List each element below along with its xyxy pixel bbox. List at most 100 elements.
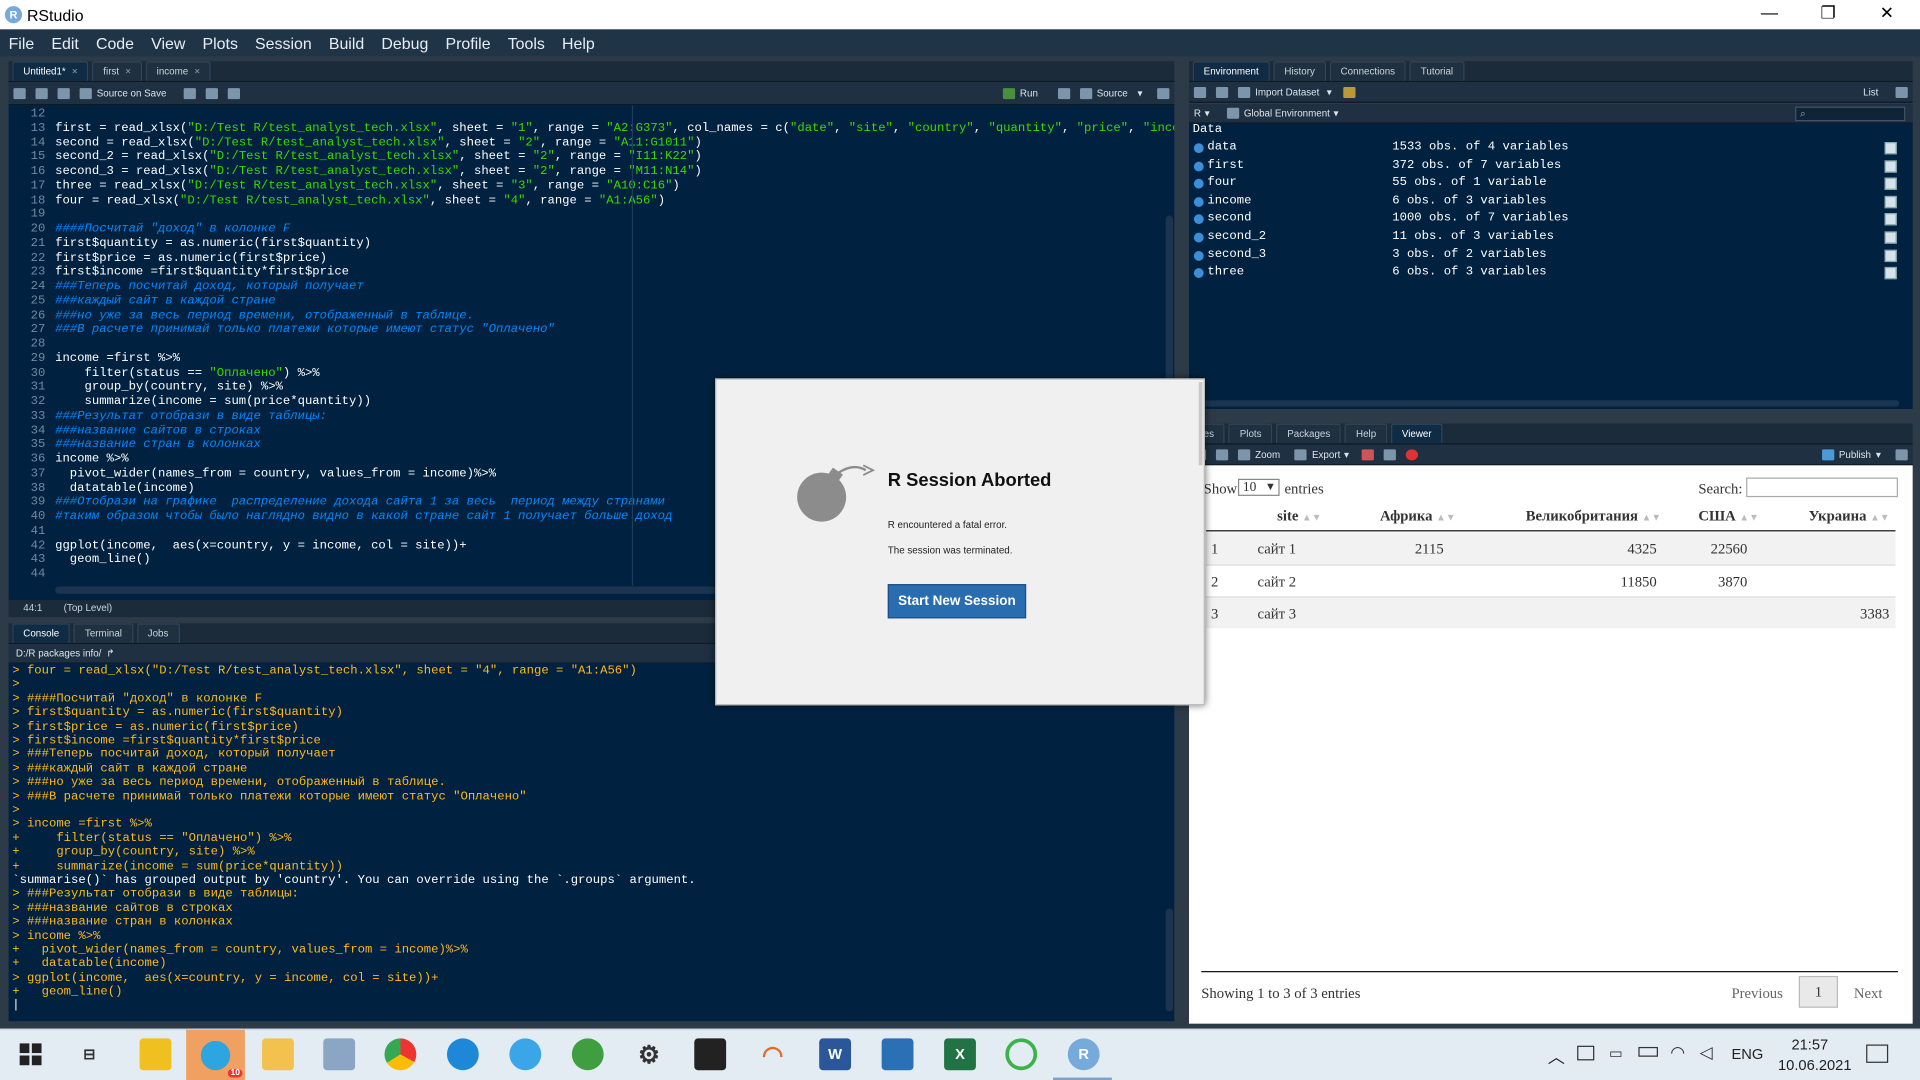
excel-icon[interactable]: X (944, 1038, 976, 1071)
tab-plots[interactable]: Plots (1228, 423, 1273, 444)
env-row[interactable]: second_2 11 obs. of 3 variables (1189, 230, 1911, 247)
env-hscrollbar[interactable] (1198, 400, 1900, 407)
go-to-directory-icon[interactable]: ↱ (106, 648, 114, 659)
zoom-icon[interactable] (1237, 448, 1251, 460)
clock-date[interactable]: 10.06.2021 (1778, 1057, 1852, 1074)
console-path[interactable]: D:/R packages info/ (16, 648, 101, 659)
refresh-icon[interactable] (1895, 86, 1908, 98)
horizontal-scrollbar[interactable] (55, 586, 717, 594)
settings-gear-icon[interactable]: ⚙ (633, 1038, 665, 1070)
load-workspace-icon[interactable] (1193, 86, 1207, 98)
chevron-down-icon[interactable]: ▾ (1138, 88, 1143, 99)
env-row[interactable]: second 1000 obs. of 7 variables (1189, 212, 1911, 229)
clock-time[interactable]: 21:57 (1791, 1036, 1828, 1053)
battery-icon[interactable] (1638, 1046, 1658, 1057)
view-table-icon[interactable] (1884, 159, 1897, 173)
env-row[interactable]: income 6 obs. of 3 variables (1189, 194, 1911, 211)
broom-icon[interactable] (1343, 86, 1357, 98)
view-table-icon[interactable] (1884, 195, 1897, 208)
source-on-save-checkbox[interactable]: Source on Save (97, 88, 167, 99)
menu-build[interactable]: Build (329, 34, 364, 52)
edge-icon[interactable] (446, 1038, 479, 1071)
column-header-ukraine[interactable]: Украина ▲▼ (1809, 507, 1890, 525)
console-output[interactable]: > four = read_xlsx("D:/Test R/test_analy… (8, 663, 1175, 1022)
meet-now-icon[interactable]: ▭ (1609, 1044, 1623, 1061)
back-icon[interactable] (13, 87, 26, 99)
menu-file[interactable]: File (9, 34, 35, 52)
page-button[interactable]: 1 (1798, 975, 1838, 1008)
column-header-uk[interactable]: Великобритания ▲▼ (1526, 507, 1661, 525)
language-select[interactable]: R (1194, 108, 1201, 119)
tab-connections[interactable]: Connections (1329, 61, 1407, 81)
publish-icon[interactable] (1821, 448, 1834, 460)
menu-tools[interactable]: Tools (508, 34, 545, 52)
tab-packages[interactable]: Packages (1276, 423, 1342, 444)
table-row[interactable]: 1 сайт 1 2115 4325 22560 (1206, 532, 1896, 565)
column-header-usa[interactable]: США ▲▼ (1698, 507, 1758, 525)
menu-debug[interactable]: Debug (381, 34, 428, 52)
env-row[interactable]: second_3 3 obs. of 2 variables (1189, 248, 1911, 265)
view-table-icon[interactable] (1884, 213, 1897, 226)
tab-environment[interactable]: Environment (1192, 61, 1270, 81)
menu-help[interactable]: Help (562, 34, 595, 52)
stop-icon[interactable] (1405, 448, 1418, 460)
menu-edit[interactable]: Edit (51, 34, 78, 52)
env-row[interactable]: first 372 obs. of 7 variables (1189, 159, 1911, 176)
menu-session[interactable]: Session (255, 34, 312, 52)
view-table-icon[interactable] (1884, 267, 1897, 280)
tab-untitled1[interactable]: Untitled1* × (12, 61, 89, 81)
notifications-icon[interactable] (1866, 1044, 1889, 1063)
run-button[interactable]: Run (1020, 88, 1038, 99)
tab-viewer[interactable]: Viewer (1390, 423, 1443, 444)
telegram-icon[interactable]: 10 (186, 1029, 245, 1080)
import-dataset-button[interactable]: Import Dataset (1255, 86, 1319, 97)
table-row[interactable]: 2 сайт 2 11850 3870 (1206, 564, 1896, 596)
entries-select[interactable]: 10 ▼ (1237, 478, 1280, 496)
column-header-site[interactable]: site ▲▼ (1277, 507, 1321, 525)
image-viewer-icon[interactable] (881, 1038, 914, 1071)
chevron-down-icon[interactable]: ▾ (1876, 449, 1881, 460)
app-icon[interactable] (139, 1038, 172, 1071)
expand-icon[interactable] (1193, 161, 1204, 171)
photos-icon[interactable] (323, 1038, 356, 1071)
tab-help[interactable]: Help (1344, 423, 1388, 444)
expand-icon[interactable] (1193, 214, 1204, 225)
list-view-button[interactable]: List (1863, 86, 1878, 97)
wifi-icon[interactable]: ◠ (1670, 1042, 1685, 1063)
chevron-down-icon[interactable]: ▾ (1205, 108, 1210, 119)
tab-first[interactable]: first × (92, 61, 142, 81)
utorrent-icon[interactable] (571, 1038, 604, 1071)
env-search-input[interactable]: ⌕ (1795, 105, 1906, 121)
scope-select[interactable]: Global Environment (1244, 108, 1330, 119)
chevron-down-icon[interactable]: ▾ (1344, 449, 1349, 460)
next-button[interactable]: Next (1854, 984, 1883, 1002)
expand-icon[interactable] (1193, 179, 1204, 189)
tab-income[interactable]: income × (145, 61, 212, 81)
menu-plots[interactable]: Plots (203, 34, 238, 52)
view-table-icon[interactable] (1884, 231, 1897, 244)
env-row[interactable]: four 55 obs. of 1 variable (1189, 177, 1911, 194)
save-workspace-icon[interactable] (1215, 86, 1229, 98)
expand-icon[interactable] (1193, 268, 1204, 279)
expand-icon[interactable] (1193, 232, 1204, 243)
compile-report-icon[interactable] (227, 87, 240, 99)
search-icon[interactable] (183, 87, 196, 99)
tab-jobs[interactable]: Jobs (136, 623, 180, 643)
close-icon[interactable]: × (125, 66, 131, 77)
tab-history[interactable]: History (1273, 61, 1326, 81)
previous-button[interactable]: Previous (1731, 984, 1782, 1002)
close-icon[interactable]: × (72, 66, 78, 77)
popout-icon[interactable] (1383, 448, 1396, 460)
jupyter-icon[interactable]: ◠ (757, 1038, 789, 1070)
publish-button[interactable]: Publish (1839, 449, 1871, 460)
import-dataset-icon[interactable] (1237, 86, 1251, 98)
volume-icon[interactable]: ◁ (1700, 1042, 1713, 1063)
code-tools-icon[interactable] (205, 87, 218, 99)
table-row[interactable]: 3 сайт 3 3383 (1206, 596, 1896, 629)
source-icon[interactable] (1079, 87, 1092, 99)
expand-icon[interactable] (1193, 143, 1204, 154)
tab-console[interactable]: Console (12, 623, 71, 643)
forward-icon[interactable] (35, 87, 48, 99)
env-row[interactable]: three 6 obs. of 3 variables (1189, 266, 1911, 283)
scope-indicator[interactable]: (Top Level) (64, 602, 112, 613)
